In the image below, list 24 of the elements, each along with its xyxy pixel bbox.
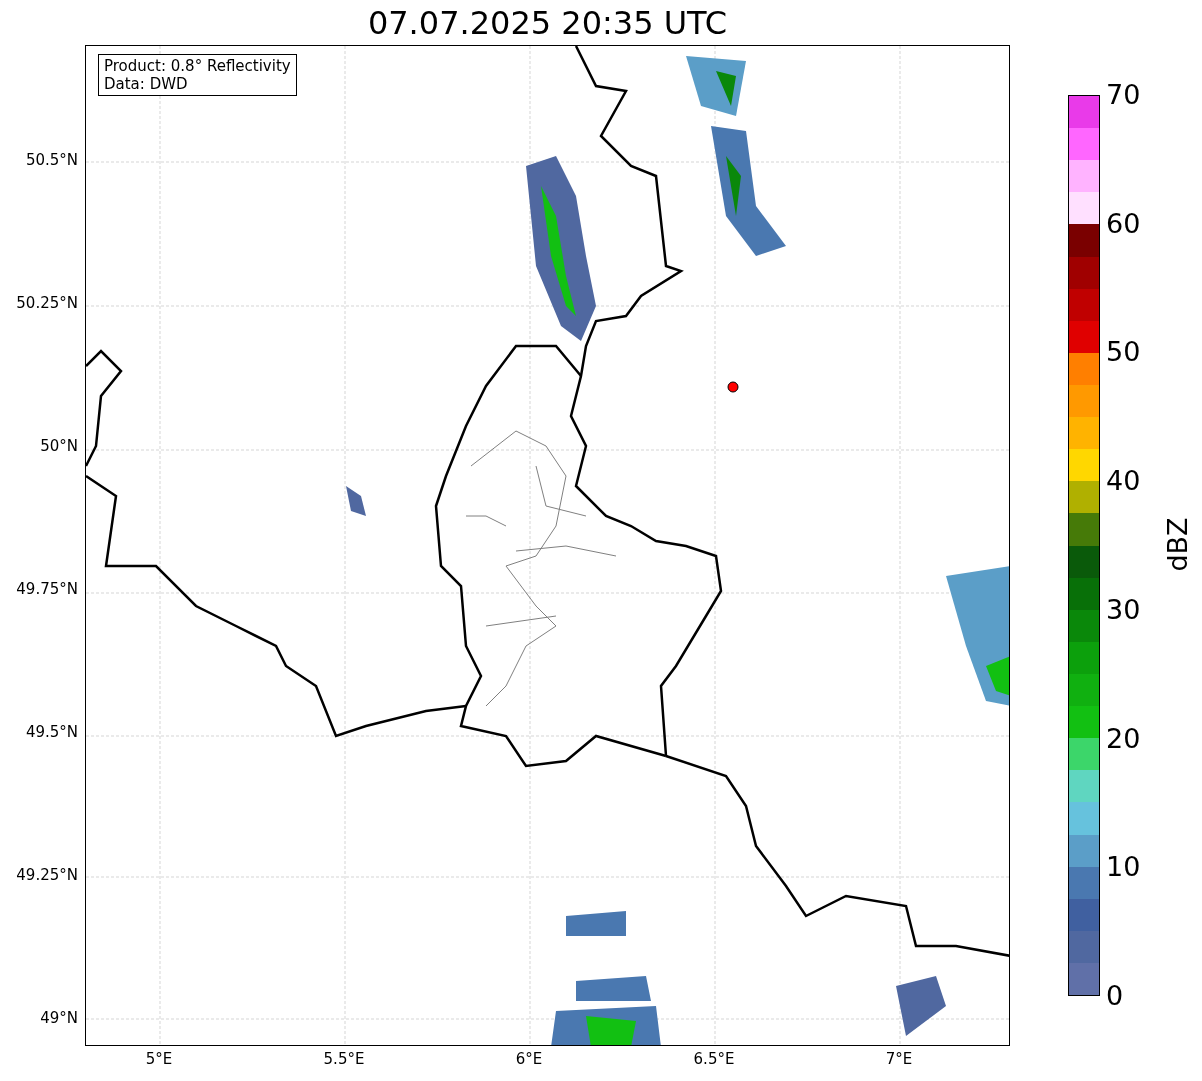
longitude-label: 5.5°E	[323, 1052, 365, 1067]
colorbar-tick-label: 50	[1106, 338, 1141, 366]
info-text: Data: DWD	[104, 75, 189, 93]
latitude-label: 49.25°N	[16, 868, 78, 883]
colorbar-tick-label: 70	[1106, 81, 1141, 108]
latitude-label: 49.5°N	[25, 725, 78, 740]
colorbar-tick-label: 60	[1106, 209, 1141, 237]
colorbar-tick-label: 20	[1106, 724, 1141, 752]
info-text: Product: 0.8° Reflectivity	[104, 57, 291, 75]
colorbar-label: dBZ	[1163, 517, 1191, 572]
longitude-label: 5°E	[145, 1052, 173, 1067]
latitude-label: 50°N	[40, 439, 78, 454]
chart-title: 07.07.2025 20:35 UTC	[367, 6, 728, 39]
longitude-label: 7°E	[885, 1052, 913, 1067]
latitude-label: 50.5°N	[25, 153, 78, 168]
colorbar-tick-label: 0	[1106, 982, 1124, 1009]
longitude-label: 6.5°E	[693, 1052, 735, 1067]
colorbar-tick-label: 30	[1106, 595, 1141, 623]
colorbar-tick-label: 40	[1106, 467, 1141, 495]
latitude-label: 49.75°N	[16, 582, 78, 597]
colorbar-tick-label: 10	[1106, 853, 1141, 881]
latitude-label: 50.25°N	[16, 296, 78, 311]
longitude-label: 6°E	[515, 1052, 543, 1067]
latitude-label: 49°N	[40, 1011, 78, 1026]
